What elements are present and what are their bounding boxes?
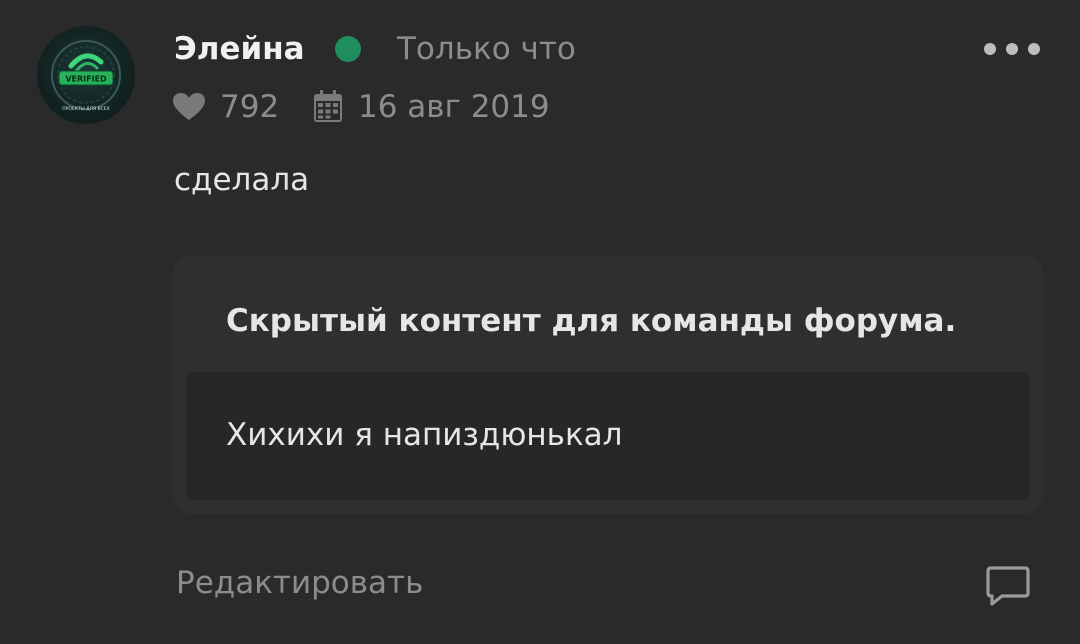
- likes-count: 792: [220, 89, 280, 125]
- comment-icon[interactable]: [984, 562, 1032, 610]
- heart-icon: [173, 93, 205, 120]
- more-horizontal-icon: [1028, 43, 1040, 55]
- online-status-icon: [335, 36, 361, 62]
- hidden-content-block: Скрытый контент для команды форума. Хихи…: [172, 256, 1044, 514]
- forum-post: VERIFIED ПРОЕКТЫ ДЛЯ ВСЕХ Элейна Только …: [0, 0, 1080, 644]
- hidden-content-text: Хихихи я напиздюнькал: [226, 417, 623, 453]
- more-options-button[interactable]: [984, 36, 1040, 62]
- hidden-content-title: Скрытый контент для команды форума.: [226, 303, 957, 339]
- post-date[interactable]: 16 авг 2019: [358, 86, 550, 128]
- hidden-content-body: Хихихи я напиздюнькал: [186, 372, 1030, 500]
- post-content: сделала: [174, 162, 310, 198]
- author-name[interactable]: Элейна: [174, 28, 305, 70]
- post-time[interactable]: Только что: [397, 28, 576, 70]
- avatar-caption: ПРОЕКТЫ ДЛЯ ВСЕХ: [62, 106, 109, 112]
- avatar[interactable]: VERIFIED ПРОЕКТЫ ДЛЯ ВСЕХ: [37, 26, 135, 124]
- verified-logo-icon: VERIFIED ПРОЕКТЫ ДЛЯ ВСЕХ: [51, 40, 121, 112]
- more-horizontal-icon: [1006, 43, 1018, 55]
- badge-text: VERIFIED: [65, 75, 107, 84]
- more-horizontal-icon: [984, 43, 996, 55]
- edit-button[interactable]: Редактировать: [176, 562, 423, 604]
- calendar-icon: [314, 90, 342, 122]
